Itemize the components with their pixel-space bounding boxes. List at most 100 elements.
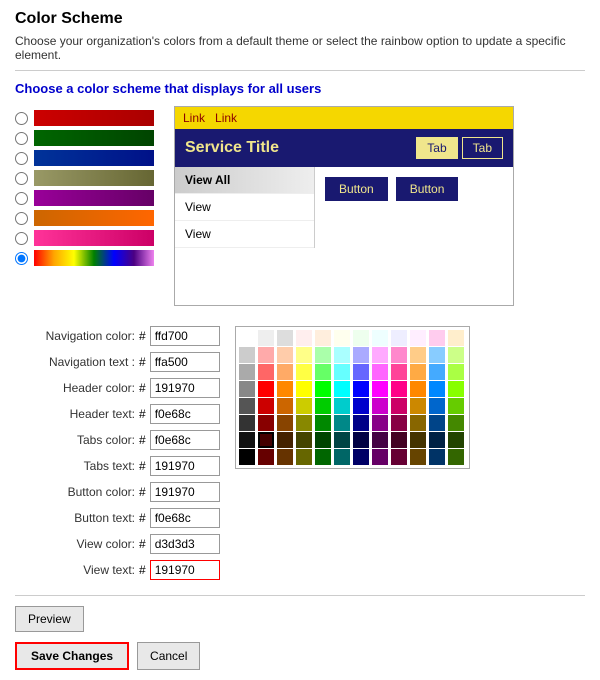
palette-cell[interactable]	[429, 381, 445, 397]
palette-cell[interactable]	[334, 364, 350, 380]
palette-cell[interactable]	[410, 381, 426, 397]
palette-cell[interactable]	[391, 381, 407, 397]
palette-cell[interactable]	[315, 449, 331, 465]
palette-cell[interactable]	[258, 449, 274, 465]
palette-cell[interactable]	[277, 449, 293, 465]
palette-cell[interactable]	[258, 381, 274, 397]
palette-cell[interactable]	[239, 364, 255, 380]
palette-cell[interactable]	[258, 398, 274, 414]
palette-cell[interactable]	[277, 415, 293, 431]
palette-cell[interactable]	[277, 330, 293, 346]
palette-cell[interactable]	[410, 432, 426, 448]
palette-cell[interactable]	[372, 347, 388, 363]
color-input-tabs_text[interactable]	[150, 456, 220, 476]
palette-cell[interactable]	[410, 398, 426, 414]
palette-cell[interactable]	[315, 347, 331, 363]
palette-cell[interactable]	[353, 449, 369, 465]
palette-cell[interactable]	[239, 398, 255, 414]
palette-cell[interactable]	[353, 415, 369, 431]
palette-cell[interactable]	[448, 364, 464, 380]
preview-nav-item-3[interactable]: View	[175, 221, 314, 248]
palette-cell[interactable]	[372, 432, 388, 448]
save-button[interactable]: Save Changes	[15, 642, 129, 670]
palette-cell[interactable]	[258, 347, 274, 363]
palette-cell[interactable]	[448, 381, 464, 397]
palette-cell[interactable]	[334, 398, 350, 414]
preview-tab-2[interactable]: Tab	[462, 137, 503, 159]
palette-cell[interactable]	[448, 415, 464, 431]
palette-cell[interactable]	[334, 449, 350, 465]
palette-cell[interactable]	[448, 330, 464, 346]
palette-cell[interactable]	[353, 432, 369, 448]
preview-link-1[interactable]: Link	[183, 111, 205, 125]
palette-cell[interactable]	[391, 330, 407, 346]
swatch-radio-3[interactable]	[15, 172, 28, 185]
palette-cell[interactable]	[391, 432, 407, 448]
color-input-view_text[interactable]	[150, 560, 220, 580]
palette-cell[interactable]	[429, 330, 445, 346]
swatch-radio-6[interactable]	[15, 232, 28, 245]
palette-cell[interactable]	[296, 330, 312, 346]
palette-cell[interactable]	[296, 415, 312, 431]
palette-cell[interactable]	[410, 415, 426, 431]
palette-cell[interactable]	[277, 381, 293, 397]
color-input-header_text[interactable]	[150, 404, 220, 424]
preview-button[interactable]: Preview	[15, 606, 84, 632]
palette-cell[interactable]	[296, 398, 312, 414]
palette-cell[interactable]	[296, 381, 312, 397]
color-input-button_color[interactable]	[150, 482, 220, 502]
palette-cell[interactable]	[429, 347, 445, 363]
palette-cell[interactable]	[448, 398, 464, 414]
palette-cell[interactable]	[391, 449, 407, 465]
palette-cell[interactable]	[258, 330, 274, 346]
palette-cell[interactable]	[410, 449, 426, 465]
palette-cell[interactable]	[239, 449, 255, 465]
palette-cell[interactable]	[296, 432, 312, 448]
palette-cell[interactable]	[239, 330, 255, 346]
palette-cell[interactable]	[372, 381, 388, 397]
palette-cell[interactable]	[410, 364, 426, 380]
palette-cell[interactable]	[429, 449, 445, 465]
palette-cell[interactable]	[353, 381, 369, 397]
palette-cell[interactable]	[353, 330, 369, 346]
preview-tab-1[interactable]: Tab	[416, 137, 457, 159]
palette-cell[interactable]	[448, 449, 464, 465]
palette-cell[interactable]	[315, 432, 331, 448]
color-input-tabs_color[interactable]	[150, 430, 220, 450]
preview-nav-item-1[interactable]: View All	[175, 167, 314, 194]
preview-button-1[interactable]: Button	[325, 177, 388, 201]
palette-cell[interactable]	[315, 364, 331, 380]
swatch-radio-2[interactable]	[15, 152, 28, 165]
color-input-button_text[interactable]	[150, 508, 220, 528]
color-input-header_color[interactable]	[150, 378, 220, 398]
palette-cell[interactable]	[334, 381, 350, 397]
palette-cell[interactable]	[239, 381, 255, 397]
palette-cell[interactable]	[334, 432, 350, 448]
palette-cell[interactable]	[277, 364, 293, 380]
palette-cell[interactable]	[296, 347, 312, 363]
palette-cell[interactable]	[353, 398, 369, 414]
palette-cell[interactable]	[353, 364, 369, 380]
palette-cell[interactable]	[429, 364, 445, 380]
palette-cell[interactable]	[258, 415, 274, 431]
swatch-radio-7[interactable]	[15, 252, 28, 265]
palette-cell[interactable]	[258, 364, 274, 380]
palette-cell[interactable]	[315, 330, 331, 346]
palette-cell[interactable]	[429, 398, 445, 414]
color-input-nav_text[interactable]	[150, 352, 220, 372]
palette-cell[interactable]	[315, 398, 331, 414]
palette-cell[interactable]	[334, 415, 350, 431]
preview-link-2[interactable]: Link	[215, 111, 237, 125]
swatch-radio-5[interactable]	[15, 212, 28, 225]
palette-cell[interactable]	[239, 432, 255, 448]
cancel-button[interactable]: Cancel	[137, 642, 200, 670]
swatch-radio-1[interactable]	[15, 132, 28, 145]
color-input-nav_color[interactable]	[150, 326, 220, 346]
palette-cell[interactable]	[391, 415, 407, 431]
palette-cell[interactable]	[372, 364, 388, 380]
preview-nav-item-2[interactable]: View	[175, 194, 314, 221]
palette-cell[interactable]	[315, 415, 331, 431]
palette-cell[interactable]	[277, 347, 293, 363]
palette-cell[interactable]	[448, 432, 464, 448]
palette-cell[interactable]	[448, 347, 464, 363]
